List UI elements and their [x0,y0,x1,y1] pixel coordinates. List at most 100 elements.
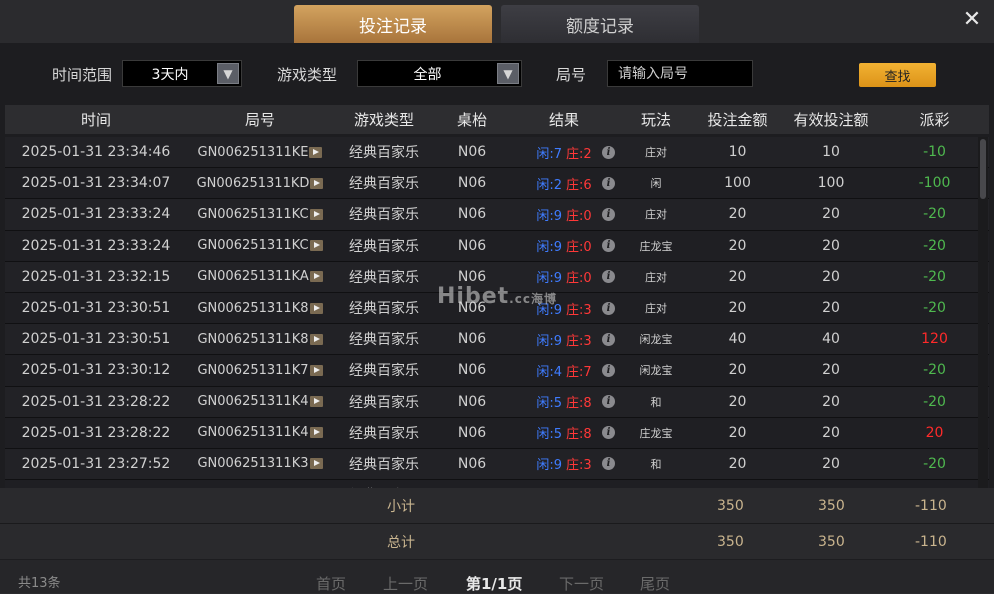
cell-result: 闲:5庄:8i [509,423,619,442]
info-icon[interactable]: i [602,239,615,252]
cell-payout: -20 [880,269,989,285]
cell-valid-bet: 100 [782,175,880,191]
subtotal-valid: 350 [818,498,845,514]
game-type-select[interactable]: 全部 ▼ [357,60,522,87]
cell-result: 闲:5庄:8i [509,392,619,411]
table-row: 2025-01-31 23:34:46GN006251311KE经典百家乐N06… [5,137,989,168]
cell-bet-type: 庄对 [619,206,693,222]
round-id: GN006251311KD [197,176,310,191]
table-row: 2025-01-31 23:27:52GN006251311K3经典百家乐N06… [5,480,989,488]
play-icon[interactable] [310,178,323,189]
player-result: 闲:4 [536,361,562,380]
column-header: 时间 [5,109,187,130]
search-button[interactable]: 查找 [859,63,936,87]
cell-table: N06 [435,238,509,254]
cell-valid-bet: 20 [782,269,880,285]
round-id: GN006251311K8 [197,332,308,347]
next-page-link[interactable]: 下一页 [559,573,604,594]
play-icon[interactable] [309,147,322,158]
play-icon[interactable] [310,365,323,376]
info-icon[interactable]: i [602,302,615,315]
subtotal-row: 小计 350 350 -110 [0,488,994,523]
round-id: GN006251311K4 [197,425,308,440]
scrollbar[interactable] [978,137,988,488]
player-result: 闲:9 [536,205,562,224]
cell-bet-type: 庄对 [619,300,693,316]
cell-table: N06 [435,300,509,316]
last-page-link[interactable]: 尾页 [640,573,670,594]
info-icon[interactable]: i [602,146,615,159]
total-label: 总计 [387,532,415,552]
cell-game-type: 经典百家乐 [333,236,435,256]
column-header: 玩法 [619,109,693,130]
cell-result: 闲:7庄:2i [509,143,619,162]
cell-payout: -20 [880,456,989,472]
cell-game-type: 经典百家乐 [333,392,435,412]
table-body[interactable]: 2025-01-31 23:34:46GN006251311KE经典百家乐N06… [5,137,989,488]
play-icon[interactable] [310,396,323,407]
cell-payout: -20 [880,394,989,410]
table-row: 2025-01-31 23:27:52GN006251311K3经典百家乐N06… [5,449,989,480]
chevron-down-icon[interactable]: ▼ [217,63,239,84]
cell-bet-type: 闲龙宝 [619,362,693,378]
banker-result: 庄:8 [566,423,592,442]
close-icon[interactable]: ✕ [960,8,984,32]
prev-page-link[interactable]: 上一页 [383,573,428,594]
cell-game-type: 经典百家乐 [333,267,435,287]
player-result: 闲:9 [536,454,562,473]
cell-valid-bet: 20 [782,206,880,222]
cell-game-type: 经典百家乐 [333,173,435,193]
cell-time: 2025-01-31 23:33:24 [5,238,187,254]
cell-bet-amount: 20 [693,394,782,410]
info-icon[interactable]: i [602,457,615,470]
round-input[interactable] [607,60,753,87]
play-icon[interactable] [310,209,323,220]
round-id: GN006251311KC [197,207,308,222]
cell-result: 闲:9庄:3i [509,330,619,349]
cell-result: 闲:4庄:7i [509,361,619,380]
info-icon[interactable]: i [602,208,615,221]
info-icon[interactable]: i [602,333,615,346]
info-icon[interactable]: i [602,177,615,190]
column-header: 局号 [187,109,333,130]
cell-round: GN006251311KA [187,269,333,284]
cell-game-type: 经典百家乐 [333,329,435,349]
time-range-value: 3天内 [123,64,217,84]
play-icon[interactable] [310,334,323,345]
cell-time: 2025-01-31 23:28:22 [5,394,187,410]
total-payout: -110 [915,534,947,550]
scrollbar-thumb[interactable] [980,139,986,199]
info-icon[interactable]: i [602,426,615,439]
time-range-select[interactable]: 3天内 ▼ [122,60,242,87]
cell-time: 2025-01-31 23:30:12 [5,362,187,378]
cell-bet-amount: 20 [693,456,782,472]
info-icon[interactable]: i [602,364,615,377]
game-type-value: 全部 [358,64,497,84]
cell-game-type: 经典百家乐 [333,423,435,443]
play-icon[interactable] [310,427,323,438]
round-id: GN006251311K3 [197,456,308,471]
cell-payout: -100 [880,175,989,191]
play-icon[interactable] [310,303,323,314]
cell-bet-type: 闲龙宝 [619,331,693,347]
table-row: 2025-01-31 23:30:51GN006251311K8经典百家乐N06… [5,293,989,324]
table-row: 2025-01-31 23:28:22GN006251311K4经典百家乐N06… [5,418,989,449]
banker-result: 庄:0 [566,236,592,255]
round-id: GN006251311KA [197,269,308,284]
column-header: 投注金额 [693,109,782,130]
play-icon[interactable] [310,271,323,282]
play-icon[interactable] [310,458,323,469]
play-icon[interactable] [310,240,323,251]
cell-bet-type: 庄龙宝 [619,425,693,441]
tab-bet-records[interactable]: 投注记录 [294,5,492,43]
info-icon[interactable]: i [602,395,615,408]
info-icon[interactable]: i [602,270,615,283]
first-page-link[interactable]: 首页 [316,573,346,594]
total-row: 总计 350 350 -110 [0,523,994,559]
cell-round: GN006251311K8 [187,332,333,347]
cell-game-type: 经典百家乐 [333,360,435,380]
tab-credit-records[interactable]: 额度记录 [501,5,699,43]
chevron-down-icon[interactable]: ▼ [497,63,519,84]
cell-result: 闲:9庄:0i [509,267,619,286]
cell-valid-bet: 10 [782,144,880,160]
